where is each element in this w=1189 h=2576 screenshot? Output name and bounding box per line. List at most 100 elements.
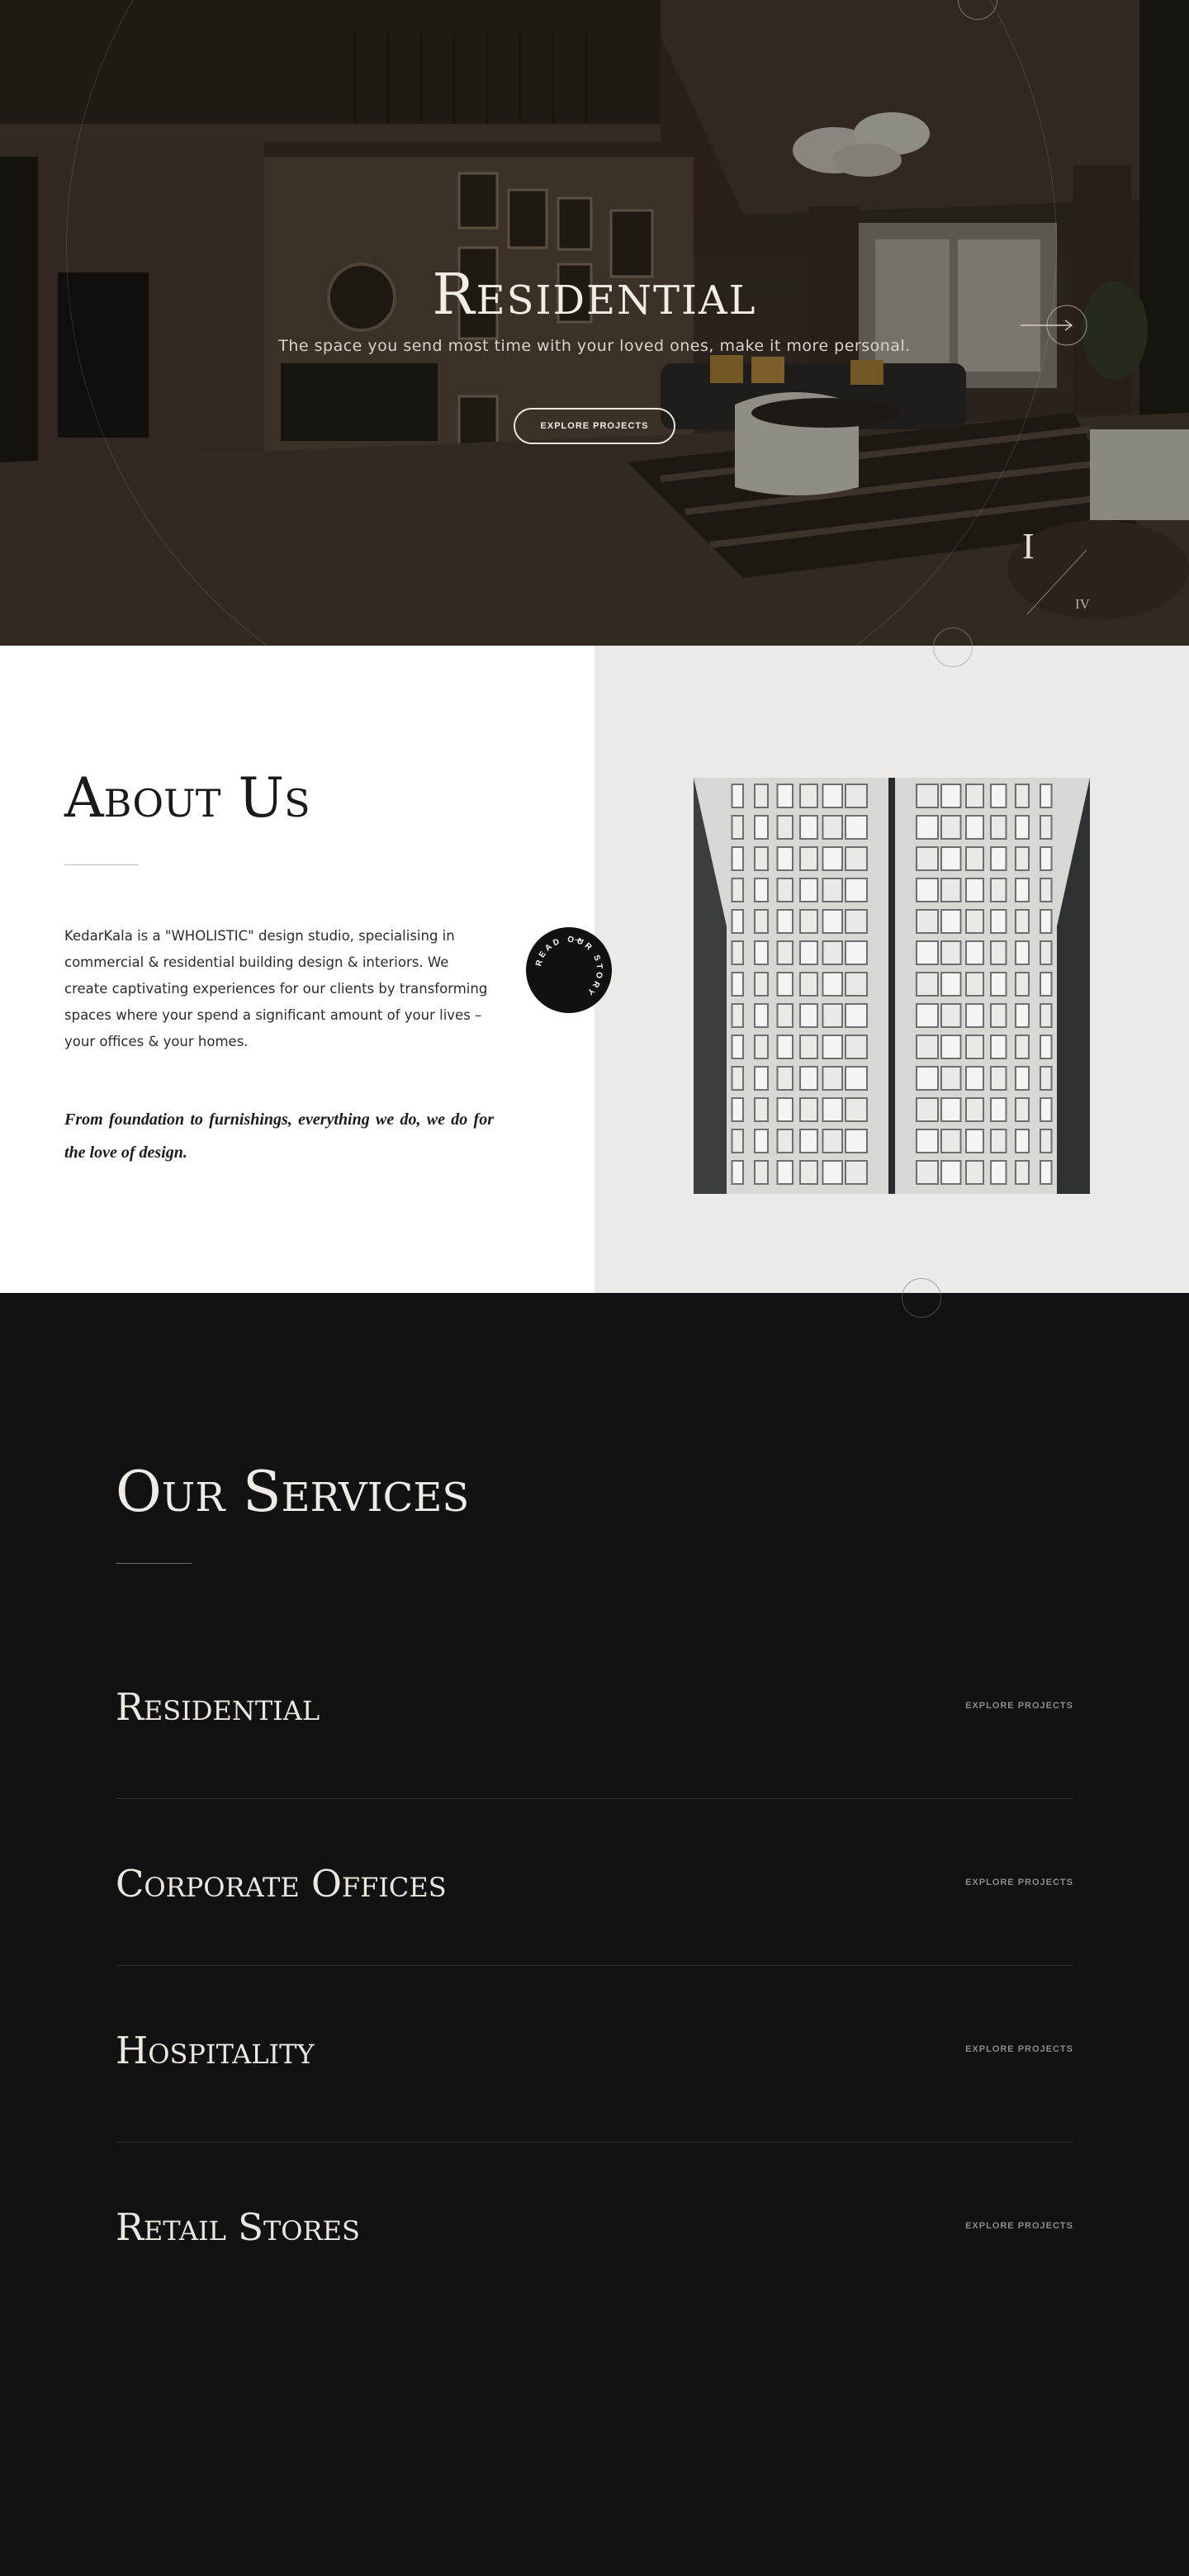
architecture-fin bbox=[731, 940, 744, 965]
architecture-fin bbox=[965, 940, 984, 965]
architecture-fin bbox=[1015, 1129, 1030, 1153]
about-body-text: KedarKala is a "WHOLISTIC" design studio… bbox=[64, 928, 488, 1049]
architecture-fin bbox=[731, 909, 744, 934]
architecture-fin bbox=[940, 909, 962, 934]
service-row-residential[interactable]: Residential EXPLORE PROJECTS bbox=[116, 1683, 1073, 1732]
architecture-fin bbox=[845, 940, 868, 965]
architecture-fin bbox=[776, 1160, 793, 1185]
architecture-fin bbox=[754, 1160, 769, 1185]
slide-counter-total: IV bbox=[1075, 596, 1090, 612]
architecture-fin bbox=[916, 1003, 939, 1028]
architecture-fin bbox=[845, 1035, 868, 1059]
hero-title: Residential bbox=[432, 263, 757, 328]
architecture-fin bbox=[940, 1160, 962, 1185]
architecture-fin bbox=[965, 1035, 984, 1059]
architecture-fin bbox=[916, 972, 939, 997]
architecture-fin bbox=[990, 878, 1007, 902]
architecture-fin bbox=[799, 1066, 818, 1091]
architecture-fin bbox=[1015, 972, 1030, 997]
architecture-fin bbox=[799, 1097, 818, 1122]
architecture-fin bbox=[1040, 1035, 1053, 1059]
architecture-fin bbox=[845, 1066, 868, 1091]
architecture-fin bbox=[916, 1160, 939, 1185]
architecture-fin bbox=[776, 1003, 793, 1028]
architecture-fin bbox=[990, 972, 1007, 997]
architecture-fin bbox=[822, 784, 843, 808]
architecture-fin bbox=[965, 815, 984, 840]
architecture-fin bbox=[940, 1003, 962, 1028]
architecture-fin bbox=[1015, 1066, 1030, 1091]
architecture-fin bbox=[799, 784, 818, 808]
architecture-fin bbox=[845, 878, 868, 902]
architecture-fin bbox=[940, 878, 962, 902]
architecture-fin bbox=[1015, 940, 1030, 965]
slide-counter-current: I bbox=[1022, 526, 1035, 566]
architecture-fin bbox=[754, 878, 769, 902]
architecture-fin bbox=[776, 1035, 793, 1059]
architecture-fin bbox=[799, 1035, 818, 1059]
architecture-fin bbox=[916, 878, 939, 902]
architecture-fin bbox=[965, 846, 984, 871]
architecture-fin bbox=[1015, 909, 1030, 934]
architecture-fin bbox=[916, 909, 939, 934]
architecture-fin bbox=[731, 1160, 744, 1185]
service-explore-link[interactable]: EXPLORE PROJECTS bbox=[965, 1701, 1073, 1711]
service-divider bbox=[116, 2142, 1073, 2143]
hero-subtitle: The space you send most time with your l… bbox=[278, 337, 911, 355]
architecture-fin bbox=[965, 972, 984, 997]
architecture-image bbox=[694, 778, 1090, 1194]
architecture-fin bbox=[1040, 1160, 1053, 1185]
architecture-fin bbox=[916, 815, 939, 840]
architecture-fin bbox=[776, 784, 793, 808]
architecture-fin bbox=[965, 784, 984, 808]
service-row-retail-stores[interactable]: Retail Stores EXPLORE PROJECTS bbox=[116, 2203, 1073, 2252]
architecture-fin bbox=[822, 1097, 843, 1122]
architecture-fin bbox=[731, 815, 744, 840]
architecture-fin bbox=[731, 878, 744, 902]
badge-arrow-icon: → bbox=[575, 935, 582, 945]
architecture-fin bbox=[822, 1003, 843, 1028]
architecture-fin bbox=[940, 784, 962, 808]
architecture-fin bbox=[731, 784, 744, 808]
service-row-corporate-offices[interactable]: Corporate Offices EXPLORE PROJECTS bbox=[116, 1859, 1073, 1909]
service-explore-link[interactable]: EXPLORE PROJECTS bbox=[965, 1878, 1073, 1887]
architecture-fin bbox=[845, 1129, 868, 1153]
architecture-fin bbox=[776, 1066, 793, 1091]
architecture-fin bbox=[845, 1097, 868, 1122]
architecture-fin bbox=[940, 1035, 962, 1059]
architecture-fin bbox=[965, 1003, 984, 1028]
architecture-fin bbox=[1015, 878, 1030, 902]
architecture-fin bbox=[940, 815, 962, 840]
next-slide-arrow-icon[interactable] bbox=[1021, 302, 1090, 348]
service-explore-link[interactable]: EXPLORE PROJECTS bbox=[965, 2221, 1073, 2231]
service-explore-link[interactable]: EXPLORE PROJECTS bbox=[965, 2044, 1073, 2054]
explore-projects-button[interactable]: EXPLORE PROJECTS bbox=[514, 408, 675, 444]
architecture-fin bbox=[1040, 972, 1053, 997]
architecture-fin bbox=[822, 1035, 843, 1059]
about-quote: From foundation to furnishings, everythi… bbox=[64, 1110, 494, 1162]
architecture-fin bbox=[916, 846, 939, 871]
architecture-fin bbox=[799, 972, 818, 997]
architecture-fin bbox=[940, 1066, 962, 1091]
architecture-fin bbox=[799, 846, 818, 871]
service-row-hospitality[interactable]: Hospitality EXPLORE PROJECTS bbox=[116, 2026, 1073, 2076]
architecture-fin bbox=[776, 846, 793, 871]
architecture-fin bbox=[799, 878, 818, 902]
read-our-story-badge[interactable]: READ OUR STORY → bbox=[525, 926, 613, 1014]
architecture-fin bbox=[799, 1160, 818, 1185]
architecture-fin bbox=[845, 1003, 868, 1028]
architecture-fin bbox=[940, 972, 962, 997]
architecture-fin bbox=[822, 909, 843, 934]
architecture-fin bbox=[822, 1129, 843, 1153]
architecture-fin bbox=[965, 1129, 984, 1153]
architecture-fin bbox=[990, 846, 1007, 871]
architecture-fin bbox=[1040, 815, 1053, 840]
service-name: Hospitality bbox=[116, 2029, 315, 2072]
architecture-fin bbox=[754, 1097, 769, 1122]
architecture-fin bbox=[731, 1035, 744, 1059]
service-divider bbox=[116, 1798, 1073, 1799]
architecture-fin bbox=[916, 784, 939, 808]
architecture-fin bbox=[754, 815, 769, 840]
architecture-fin bbox=[990, 940, 1007, 965]
architecture-fin bbox=[822, 1160, 843, 1185]
